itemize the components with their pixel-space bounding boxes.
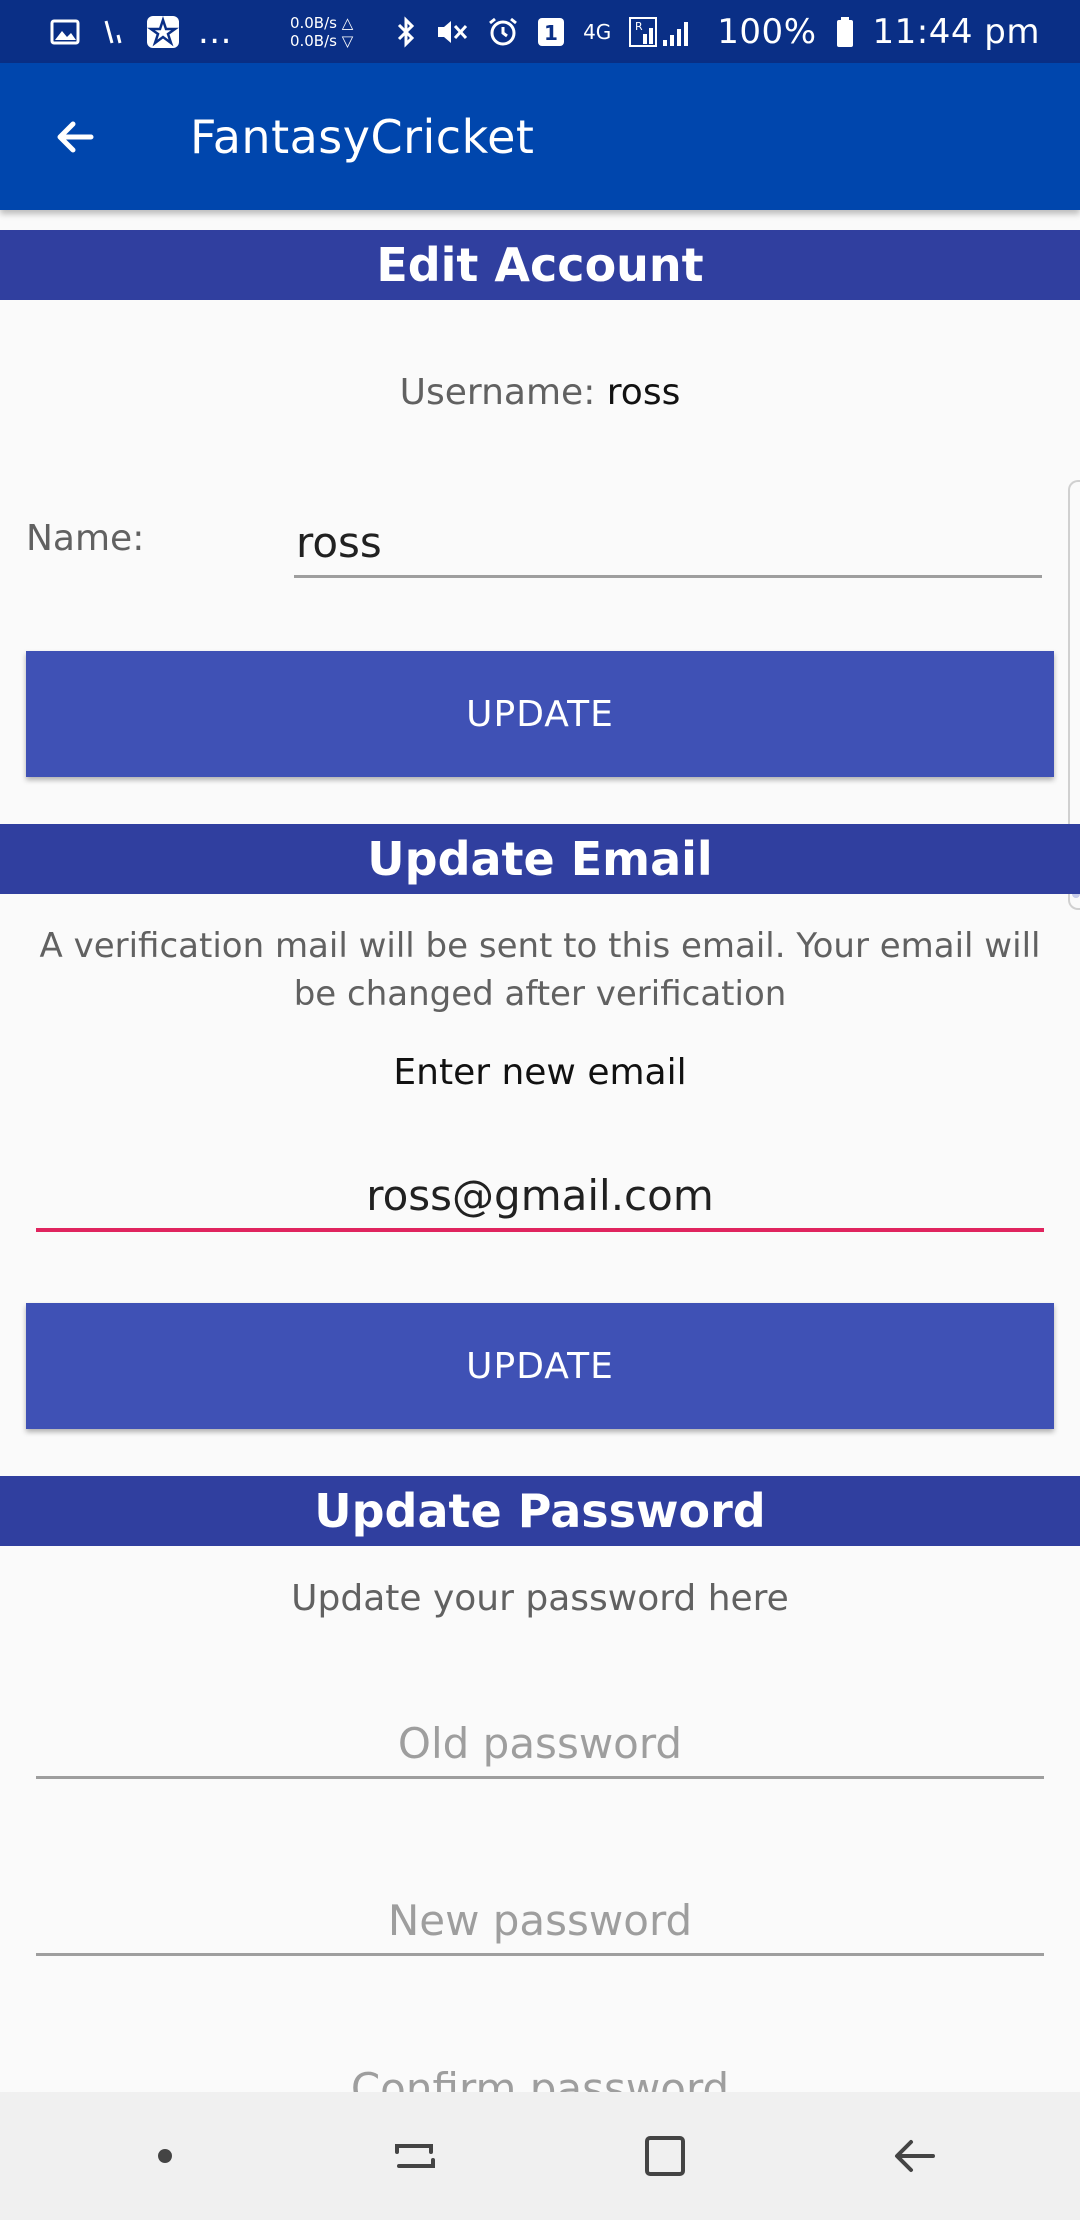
username-label: Username:	[399, 372, 596, 413]
confirm-password-placeholder: Confirm password	[350, 2064, 730, 2092]
cellular-signal-icon: R	[629, 16, 699, 48]
alarm-icon	[487, 16, 519, 48]
new-password-placeholder: New password	[387, 1896, 693, 1945]
email-input[interactable]: ross@gmail.com	[36, 1162, 1044, 1232]
username-value: ross	[606, 372, 681, 413]
home-square-icon	[645, 2136, 685, 2176]
notification-count-badge: 1	[537, 17, 565, 47]
more-notifications: ...	[198, 11, 232, 52]
email-info-line-2: be changed after verification	[293, 974, 787, 1014]
update-name-button[interactable]: UPDATE	[26, 651, 1054, 777]
network-type: 4G	[583, 19, 612, 44]
status-bar-left: ... 0.0B/s △ 0.0B/s ▽	[50, 12, 353, 52]
back-arrow-icon	[895, 2140, 935, 2172]
name-input-value: ross	[296, 518, 382, 567]
battery-icon	[835, 16, 855, 48]
name-input[interactable]: ross	[294, 508, 1042, 578]
update-password-header: Update Password	[0, 1476, 1080, 1546]
old-password-input[interactable]: Old password	[36, 1709, 1044, 1779]
recent-apps-icon	[395, 2144, 435, 2168]
home-button[interactable]	[605, 2106, 725, 2206]
update-email-button[interactable]: UPDATE	[26, 1303, 1054, 1429]
name-label: Name:	[26, 518, 145, 559]
update-email-header: Update Email	[0, 824, 1080, 894]
notification-count: 1	[544, 21, 558, 45]
nav-back-button[interactable]	[855, 2106, 975, 2206]
email-info-text: A verification mail will be sent to this…	[0, 922, 1080, 1018]
network-speed: 0.0B/s △ 0.0B/s ▽	[290, 14, 353, 50]
nav-dot-button[interactable]	[105, 2106, 225, 2206]
system-nav-bar	[0, 2092, 1080, 2220]
app-title: FantasyCricket	[190, 109, 535, 164]
bluetooth-icon	[395, 15, 417, 48]
email-info-line-1: A verification mail will be sent to this…	[39, 926, 1041, 966]
star-app-icon	[146, 15, 180, 49]
svg-text:R: R	[635, 20, 643, 33]
new-password-input[interactable]: New password	[36, 1886, 1044, 1956]
edit-account-header: Edit Account	[0, 230, 1080, 300]
old-password-placeholder: Old password	[397, 1719, 683, 1768]
download-speed: 0.0B/s ▽	[289, 31, 354, 50]
back-button[interactable]	[0, 63, 150, 210]
password-subtitle: Update your password here	[291, 1578, 789, 1619]
status-bar-right: 1 4G R 100% 11:44 pm	[395, 12, 1040, 52]
clock: 11:44 pm	[872, 11, 1040, 52]
dot-icon	[158, 2149, 172, 2163]
confirm-password-input[interactable]: Confirm password	[0, 2060, 1080, 2092]
signal-slash-icon	[98, 17, 128, 47]
battery-percent: 100%	[717, 11, 817, 52]
email-input-value: ross@gmail.com	[366, 1171, 714, 1220]
upload-speed: 0.0B/s △	[289, 13, 354, 32]
status-bar: ... 0.0B/s △ 0.0B/s ▽ 1 4G R 100% 11:44 …	[0, 0, 1080, 63]
app-bar: FantasyCricket	[0, 63, 1080, 210]
mute-icon	[435, 16, 469, 48]
recent-apps-button[interactable]	[355, 2106, 475, 2206]
arrow-left-icon	[57, 121, 94, 152]
username-row: Username: ross	[0, 372, 1080, 413]
gallery-icon	[50, 17, 80, 47]
enter-email-prompt: Enter new email	[393, 1052, 687, 1093]
